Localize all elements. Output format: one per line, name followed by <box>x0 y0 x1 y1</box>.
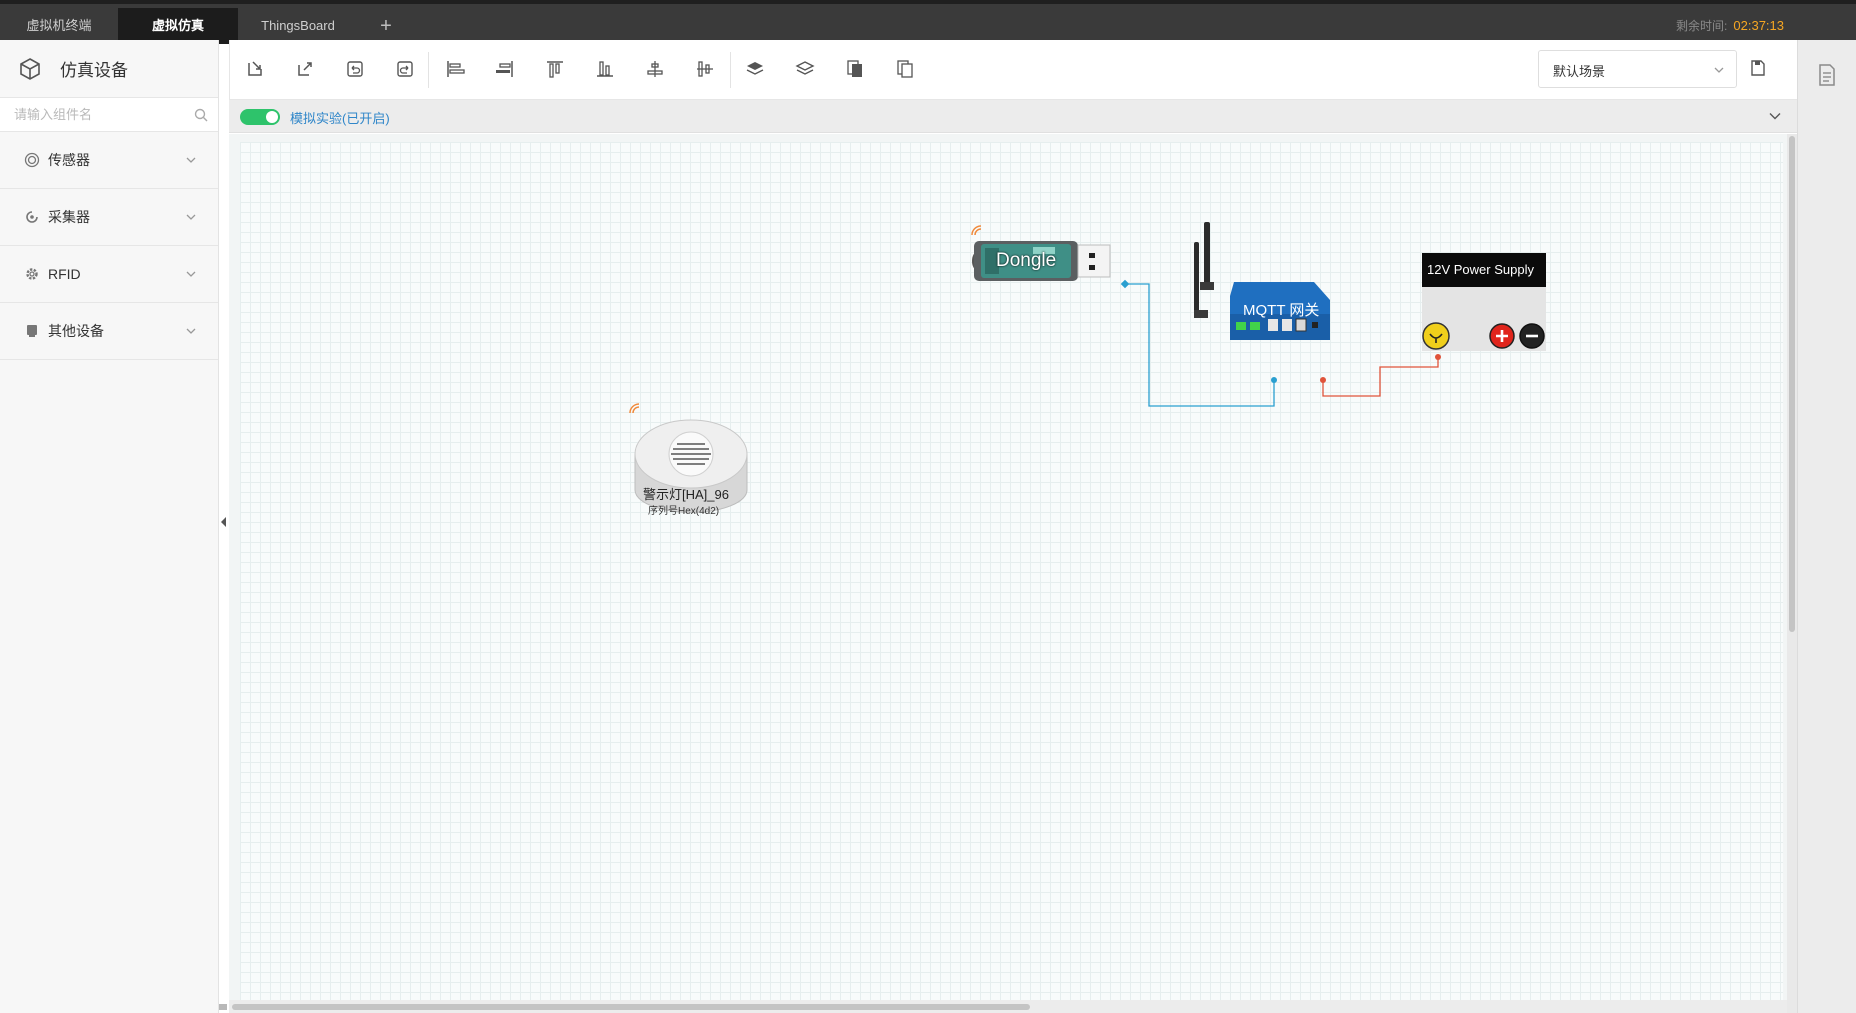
document-icon[interactable] <box>1818 64 1836 86</box>
scene-select[interactable]: 默认场景 <box>1538 50 1737 88</box>
save-icon[interactable] <box>1751 60 1765 76</box>
tab-virtual-simulation[interactable]: 虚拟仿真 <box>118 8 238 44</box>
horizontal-scrollbar[interactable] <box>219 1000 1787 1013</box>
scroll-left-arrow[interactable] <box>219 1004 227 1010</box>
sidebar-header: 仿真设备 <box>0 40 218 98</box>
align-center-v-icon[interactable] <box>694 58 716 80</box>
sidebar-title: 仿真设备 <box>60 61 128 80</box>
paste-icon[interactable] <box>894 58 916 80</box>
simulation-toggle[interactable] <box>240 109 280 125</box>
mqtt-gateway-device[interactable]: MQTT 网关 <box>1190 222 1332 382</box>
tab-bar: 虚拟机终端 虚拟仿真 ThingsBoard + 剩余时间: 02:37:13 <box>0 0 1856 44</box>
category-sensor[interactable]: 传感器 <box>0 132 218 189</box>
category-label: 其他设备 <box>48 323 104 339</box>
search-icon[interactable] <box>194 108 208 122</box>
wireless-signal-icon <box>629 403 640 414</box>
chevron-down-icon <box>186 271 196 277</box>
tab-vm-terminal[interactable]: 虚拟机终端 <box>0 8 118 44</box>
gear-icon <box>26 268 38 280</box>
toolbar-separator <box>428 52 429 88</box>
toolbar: 默认场景 <box>229 40 1797 100</box>
power-output-port[interactable] <box>1435 354 1441 360</box>
wireless-signal-icon <box>971 225 982 236</box>
right-rail <box>1797 40 1856 1013</box>
power-supply-terminals <box>1422 322 1545 350</box>
horizontal-scroll-thumb[interactable] <box>232 1004 1030 1010</box>
copy-icon[interactable] <box>844 58 866 80</box>
category-label: RFID <box>48 266 81 282</box>
toggle-knob <box>266 111 278 123</box>
export-icon[interactable] <box>294 58 316 80</box>
align-top-icon[interactable] <box>544 58 566 80</box>
scene-select-value: 默认场景 <box>1553 64 1606 79</box>
category-other-devices[interactable]: 其他设备 <box>0 303 218 360</box>
dongle-label: Dongle <box>996 250 1057 271</box>
remaining-time-label: 剩余时间: <box>1676 19 1728 33</box>
simulation-status-label: 模拟实验(已开启) <box>290 111 390 126</box>
sensor-icon <box>24 152 40 168</box>
sidebar-collapse-handle[interactable] <box>219 512 229 532</box>
remaining-time-value: 02:37:13 <box>1733 18 1784 33</box>
component-search-input[interactable] <box>0 98 190 130</box>
category-label: 传感器 <box>48 152 90 168</box>
dongle-device[interactable]: Dongle <box>971 224 1111 282</box>
power-supply-label: 12V Power Supply <box>1427 262 1534 277</box>
canvas-area: Dongle MQTT 网关 12V Power Supply 警示灯[HA]_… <box>219 134 1797 1013</box>
category-rfid[interactable]: RFID <box>0 246 218 303</box>
remaining-time: 剩余时间: 02:37:13 <box>1676 8 1784 44</box>
send-backward-icon[interactable] <box>794 58 816 80</box>
category-label: 采集器 <box>48 209 90 225</box>
tab-thingsboard[interactable]: ThingsBoard <box>238 8 358 44</box>
warning-light-label: 警示灯[HA]_96 <box>643 487 729 502</box>
power-supply-device[interactable]: 12V Power Supply <box>1422 253 1546 351</box>
category-collector[interactable]: 采集器 <box>0 189 218 246</box>
chevron-down-icon <box>186 328 196 334</box>
redo-icon[interactable] <box>394 58 416 80</box>
simulation-bar: 模拟实验(已开启) <box>229 100 1797 133</box>
vertical-scroll-thumb[interactable] <box>1789 136 1795 632</box>
add-tab-button[interactable]: + <box>370 8 402 44</box>
warning-light-serial: 序列号Hex(4d2) <box>648 506 720 517</box>
gateway-power-wire[interactable] <box>1322 357 1439 397</box>
warning-light-device[interactable]: 警示灯[HA]_96 序列号Hex(4d2) <box>629 402 754 520</box>
device-sidebar: 仿真设备 传感器 采集器 RFID <box>0 40 219 1013</box>
design-canvas[interactable]: Dongle MQTT 网关 12V Power Supply 警示灯[HA]_… <box>240 142 1783 1000</box>
align-right-icon[interactable] <box>494 58 516 80</box>
collector-icon <box>26 211 38 223</box>
chevron-down-icon <box>186 157 196 163</box>
bring-forward-icon[interactable] <box>744 58 766 80</box>
cube-icon <box>20 57 40 80</box>
dongle-port[interactable] <box>1120 279 1130 289</box>
chevron-down-icon <box>186 214 196 220</box>
align-bottom-icon[interactable] <box>594 58 616 80</box>
toolbar-separator <box>730 52 731 88</box>
import-icon[interactable] <box>244 58 266 80</box>
mqtt-gateway-label: MQTT 网关 <box>1243 302 1320 319</box>
align-center-h-icon[interactable] <box>644 58 666 80</box>
chevron-down-icon <box>1714 67 1724 73</box>
device-icon <box>27 325 37 337</box>
chevron-down-icon[interactable] <box>1769 112 1781 120</box>
undo-icon[interactable] <box>344 58 366 80</box>
align-left-icon[interactable] <box>444 58 466 80</box>
vertical-scrollbar[interactable] <box>1787 134 1797 1013</box>
component-search <box>0 98 218 132</box>
